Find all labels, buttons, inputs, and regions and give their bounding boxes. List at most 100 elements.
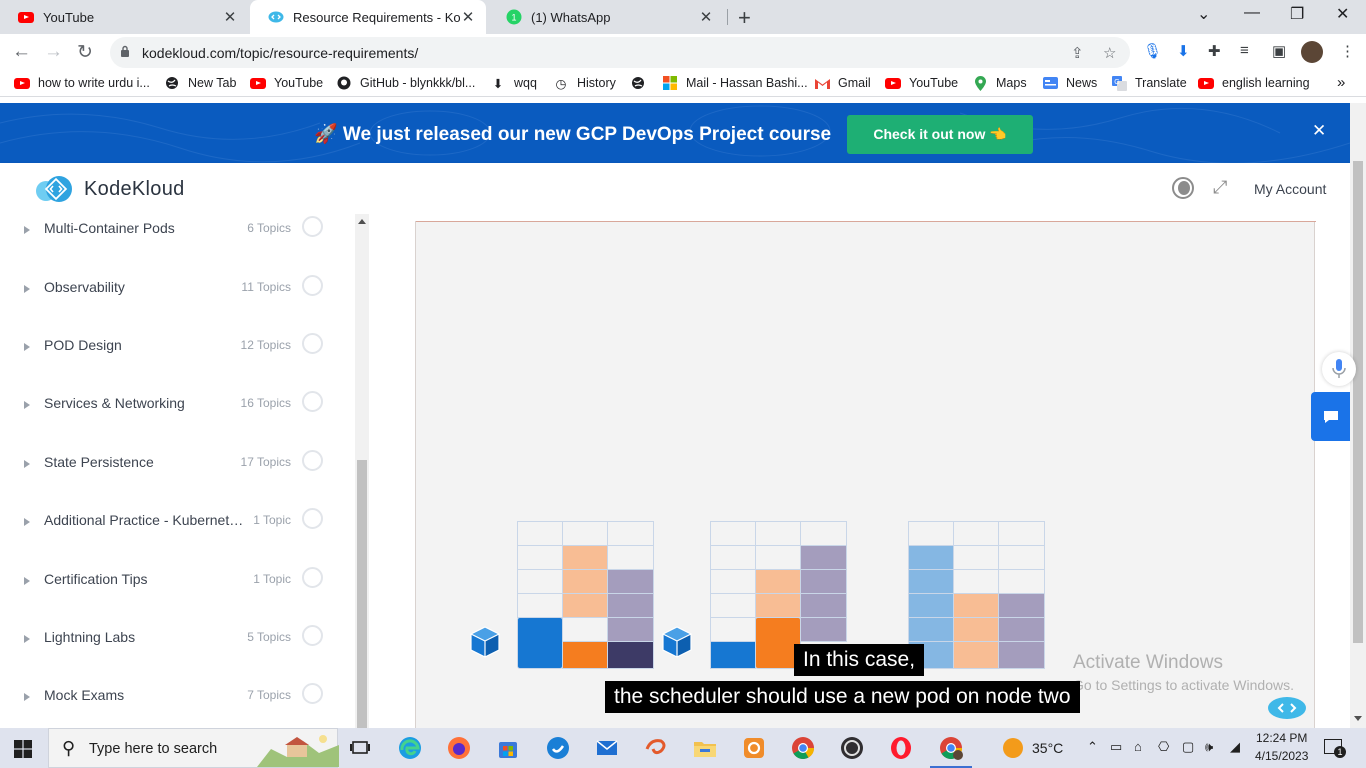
restore-button[interactable]: ❐ [1290, 4, 1304, 24]
more-bookmarks-button[interactable]: » [1337, 74, 1345, 91]
tab-youtube[interactable]: YouTube ✕ [0, 0, 248, 34]
tab-search-icon[interactable]: ⌄ [1197, 4, 1210, 24]
back-button[interactable]: ← [12, 41, 31, 63]
sidebar-item-services-networking[interactable]: Services & Networking 16 Topics [0, 391, 340, 435]
profile-avatar[interactable] [1301, 41, 1323, 63]
bookmark-item[interactable]: YouTube [250, 76, 323, 90]
close-tab-icon[interactable]: ✕ [698, 8, 714, 26]
sidebar-item-certification-tips[interactable]: Certification Tips 1 Topic [0, 567, 340, 611]
scroll-down-arrow-icon[interactable] [1354, 716, 1362, 721]
chat-support-button[interactable] [1311, 392, 1350, 441]
tab-whatsapp[interactable]: 1 (1) WhatsApp ✕ [488, 0, 724, 34]
new-tab-button[interactable]: + [738, 5, 751, 31]
expand-arrow-icon[interactable] [24, 401, 30, 409]
bookmark-star-icon[interactable]: ☆ [1103, 44, 1116, 62]
sidebar-item-pod-design[interactable]: POD Design 12 Topics [0, 333, 340, 377]
expand-arrow-icon[interactable] [24, 285, 30, 293]
kodekloud-logo-icon[interactable] [35, 175, 75, 203]
mail-icon[interactable] [594, 735, 620, 761]
fullscreen-expand-icon[interactable]: ⤢ [1213, 177, 1227, 198]
bookmark-item[interactable]: Mail - Hassan Bashi... [662, 76, 808, 90]
task-view-icon[interactable] [347, 735, 373, 761]
weather-sun-icon[interactable] [1002, 737, 1024, 759]
side-panel-icon[interactable]: ▣ [1272, 42, 1286, 60]
bookmark-item[interactable]: english learning [1198, 76, 1310, 90]
file-explorer-icon[interactable] [692, 735, 718, 761]
chrome-icon[interactable] [790, 735, 816, 761]
address-bar[interactable]: kodekloud.com/topic/resource-requirement… [110, 37, 1130, 68]
logo-text[interactable]: KodeKloud [84, 178, 185, 201]
sidebar-item-additional-practice[interactable]: Additional Practice - Kubernetes for the… [0, 508, 340, 552]
bookmark-item[interactable]: YouTube [885, 76, 958, 90]
volume-icon[interactable]: 🕪 [1205, 739, 1213, 755]
usb-icon[interactable]: ⎔ [1158, 739, 1169, 755]
windows-start-icon[interactable] [14, 740, 32, 758]
reload-button[interactable]: ↻ [77, 41, 93, 64]
expand-arrow-icon[interactable] [24, 343, 30, 351]
bookmark-item[interactable]: G Translate [1111, 75, 1187, 91]
obs-icon[interactable] [839, 735, 865, 761]
bookmark-item[interactable]: Maps [972, 75, 1027, 91]
network-device-icon[interactable]: ⌂ [1134, 739, 1142, 754]
microsoft-store-icon[interactable] [495, 735, 521, 761]
bookmark-item[interactable]: Gmail [814, 76, 871, 90]
voice-input-button[interactable] [1322, 352, 1356, 386]
sidebar-item-lightning-labs[interactable]: Lightning Labs 5 Topics [0, 625, 340, 669]
dark-mode-toggle-icon[interactable] [1172, 177, 1194, 199]
banner-cta-button[interactable]: Check it out now 👈 [847, 115, 1033, 154]
expand-arrow-icon[interactable] [24, 635, 30, 643]
page-scrollbar[interactable] [1350, 103, 1366, 728]
firefox-icon[interactable] [446, 735, 472, 761]
clock-time[interactable]: 12:24 PM [1256, 731, 1307, 745]
kebab-menu-icon[interactable]: ⋮ [1340, 42, 1355, 60]
page-scrollbar-thumb[interactable] [1353, 161, 1363, 643]
media-control-icon[interactable]: ≡ [1240, 42, 1249, 59]
sidebar-item-observability[interactable]: Observability 11 Topics [0, 275, 340, 319]
close-tab-icon[interactable]: ✕ [222, 8, 238, 26]
bookmark-item[interactable]: News [1042, 76, 1097, 90]
sidebar-scrollbar[interactable] [355, 214, 369, 728]
display-icon[interactable]: ▢ [1182, 739, 1194, 755]
sidebar-item-mock-exams[interactable]: Mock Exams 7 Topics [0, 683, 340, 727]
weather-temperature[interactable]: 35°C [1032, 740, 1063, 756]
extensions-puzzle-icon[interactable]: ✚ [1208, 42, 1221, 60]
tab-kodekloud[interactable]: Resource Requirements - KodeKl ✕ [250, 0, 486, 34]
bookmark-item[interactable]: ◷ History [553, 76, 616, 91]
notification-center-icon[interactable]: 1 [1324, 739, 1346, 758]
expand-arrow-icon[interactable] [24, 577, 30, 585]
banner-close-icon[interactable]: ✕ [1312, 121, 1326, 141]
bookmark-item[interactable]: how to write urdu i... [14, 76, 150, 90]
bookmark-item[interactable] [630, 76, 654, 90]
edge-icon[interactable] [397, 735, 423, 761]
bookmark-item[interactable]: New Tab [164, 76, 236, 90]
app-spiral-icon[interactable] [643, 735, 669, 761]
chrome-active-icon[interactable] [930, 735, 972, 768]
taskbar-search-input[interactable]: ⚲ Type here to search [48, 728, 339, 768]
battery-icon[interactable]: ▭ [1110, 739, 1122, 755]
expand-arrow-icon[interactable] [24, 693, 30, 701]
expand-arrow-icon[interactable] [24, 226, 30, 234]
close-tab-icon[interactable]: ✕ [460, 8, 476, 26]
expand-arrow-icon[interactable] [24, 518, 30, 526]
clock-date[interactable]: 4/15/2023 [1255, 749, 1308, 763]
scroll-up-arrow-icon[interactable] [358, 219, 366, 224]
share-icon[interactable]: ⇪ [1071, 44, 1084, 62]
sidebar-scrollbar-thumb[interactable] [357, 460, 367, 728]
forward-button[interactable]: → [44, 41, 63, 63]
download-extension-icon[interactable]: ⬇ [1177, 42, 1190, 60]
settings-app-icon[interactable] [741, 735, 767, 761]
skype-icon[interactable] [545, 735, 571, 761]
my-account-link[interactable]: My Account [1254, 181, 1326, 197]
bookmark-item[interactable]: GitHub - blynkkk/bl... [336, 76, 475, 90]
show-hidden-icons-chevron-icon[interactable]: ⌃ [1087, 739, 1098, 755]
minimize-button[interactable]: — [1244, 4, 1260, 22]
sidebar-item-state-persistence[interactable]: State Persistence 17 Topics [0, 450, 340, 494]
expand-arrow-icon[interactable] [24, 460, 30, 468]
wifi-icon[interactable]: ◢ [1230, 739, 1240, 755]
close-window-button[interactable]: ✕ [1336, 4, 1349, 24]
bookmark-item[interactable]: ⬇ wqq [490, 76, 537, 91]
microphone-extension-icon[interactable]: 🎙 [1143, 42, 1162, 60]
sidebar-item-multi-container-pods[interactable]: Multi-Container Pods 6 Topics [0, 216, 340, 260]
opera-icon[interactable] [888, 735, 914, 761]
kodekloud-float-icon[interactable] [1267, 696, 1307, 720]
